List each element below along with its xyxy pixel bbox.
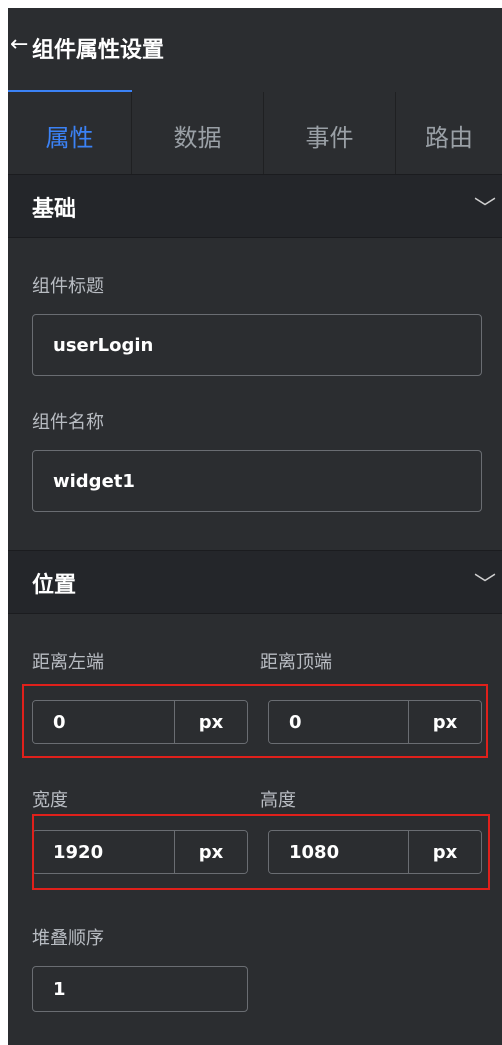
- width-unit: px: [174, 831, 247, 873]
- back-arrow-icon[interactable]: ←: [10, 32, 28, 57]
- z-index-input[interactable]: 1: [32, 966, 248, 1012]
- component-title-input[interactable]: userLogin: [32, 314, 482, 376]
- panel-title: 组件属性设置: [32, 38, 165, 63]
- top-distance-field[interactable]: 0 px: [268, 700, 482, 744]
- component-name-input[interactable]: widget1: [32, 450, 482, 512]
- z-index-label: 堆叠顺序: [32, 928, 104, 949]
- height-input[interactable]: 1080: [269, 831, 408, 873]
- component-properties-panel: ← 组件属性设置 属性 数据 事件 路由 基础 ﹀ 组件标题 userLogin…: [8, 8, 502, 1045]
- chevron-down-icon[interactable]: ﹀: [474, 567, 496, 599]
- tab-bar: 属性 数据 事件 路由: [8, 92, 502, 178]
- left-distance-field[interactable]: 0 px: [32, 700, 248, 744]
- width-input[interactable]: 1920: [33, 831, 174, 873]
- tab-data[interactable]: 数据: [132, 92, 264, 178]
- tab-properties[interactable]: 属性: [8, 92, 132, 178]
- panel-header: ← 组件属性设置: [8, 8, 502, 92]
- tab-events[interactable]: 事件: [264, 92, 396, 178]
- section-title-position: 位置: [32, 573, 77, 598]
- width-label: 宽度: [32, 790, 68, 811]
- section-header-position[interactable]: 位置 ﹀: [8, 550, 502, 614]
- height-field[interactable]: 1080 px: [268, 830, 482, 874]
- top-distance-unit: px: [408, 701, 481, 743]
- section-title-basic: 基础: [32, 197, 77, 222]
- component-title-label: 组件标题: [32, 276, 104, 297]
- component-name-label: 组件名称: [32, 412, 104, 433]
- width-field[interactable]: 1920 px: [32, 830, 248, 874]
- height-unit: px: [408, 831, 481, 873]
- chevron-down-icon[interactable]: ﹀: [474, 191, 496, 223]
- section-header-basic[interactable]: 基础 ﹀: [8, 174, 502, 238]
- height-label: 高度: [260, 790, 296, 811]
- top-distance-label: 距离顶端: [260, 652, 332, 673]
- tab-routing[interactable]: 路由: [396, 92, 502, 178]
- left-distance-input[interactable]: 0: [33, 701, 174, 743]
- left-distance-unit: px: [174, 701, 247, 743]
- left-distance-label: 距离左端: [32, 652, 104, 673]
- top-distance-input[interactable]: 0: [269, 701, 408, 743]
